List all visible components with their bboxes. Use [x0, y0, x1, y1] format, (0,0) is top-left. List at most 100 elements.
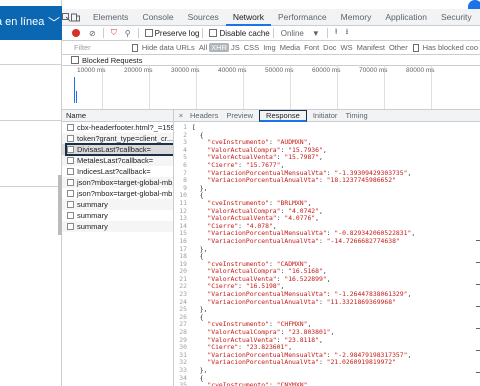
blocked-requests-row: Blocked Requests	[62, 55, 480, 66]
webpage-left-strip: a en línea ﹀	[0, 0, 62, 386]
tab-sources[interactable]: Sources	[181, 9, 226, 26]
request-name: summary	[77, 211, 108, 220]
filter-type-js[interactable]: JS	[229, 43, 242, 52]
code-line: 24 "VariacionPorcentualAnualVta": "11.33…	[174, 297, 480, 307]
request-name: json?mbox=target-global-mb...	[77, 178, 173, 187]
filter-type-img[interactable]: Img	[261, 43, 278, 52]
code-line: 35 "cveInstrumento": "CNYMXN",	[174, 381, 480, 386]
filter-type-all[interactable]: All	[197, 43, 209, 52]
divider	[202, 28, 204, 38]
code-text: "VariacionPorcentualAnualVta": "18.12377…	[207, 176, 396, 185]
request-name: IndicesLast?callback=	[77, 167, 151, 176]
timeline-request-bar	[74, 77, 75, 103]
search-icon[interactable]: ⚲	[125, 29, 131, 38]
divider	[102, 28, 104, 38]
inspect-element-icon[interactable]	[62, 9, 71, 26]
filter-bar: Filter Hide data URLs All XHR JS CSS Img…	[62, 41, 480, 55]
network-overview-timeline[interactable]: 10000 ms 20000 ms 30000 ms 40000 ms 5000…	[62, 66, 480, 110]
request-name: cbx-headerfooter.html?_=1599...	[77, 123, 173, 132]
scrollbar[interactable]	[474, 110, 480, 386]
tab-initiator[interactable]: Initiator	[309, 111, 342, 120]
close-icon[interactable]: ×	[176, 111, 186, 120]
code-text: "VariacionPorcentualAnualVta": "11.33218…	[207, 297, 396, 306]
tab-response[interactable]: Response	[259, 110, 307, 122]
request-list: Name cbx-headerfooter.html?_=1599... tok…	[62, 110, 174, 386]
devtools-panel: Elements Console Sources Network Perform…	[62, 0, 480, 386]
throttle-select[interactable]: Online	[281, 29, 304, 38]
filter-type-other[interactable]: Other	[387, 43, 410, 52]
tab-preview[interactable]: Preview	[222, 111, 257, 120]
page-banner[interactable]: a en línea ﹀	[0, 6, 62, 40]
timeline-tick-label: 50000 ms	[265, 67, 294, 74]
import-har-icon[interactable]: ⭱	[335, 26, 338, 40]
filter-icon[interactable]: ⛉	[111, 28, 117, 38]
disable-cache-label: Disable cache	[219, 28, 270, 38]
request-row[interactable]: json?mbox=target-global-mb...	[62, 188, 173, 199]
preserve-log-label: Preserve log	[154, 28, 200, 38]
disable-cache-checkbox[interactable]	[209, 29, 218, 37]
export-har-icon[interactable]: ⭳	[346, 26, 349, 40]
filter-type-doc[interactable]: Doc	[321, 43, 338, 52]
blocked-requests-label: Blocked Requests	[82, 55, 143, 65]
request-row[interactable]: summary	[62, 199, 173, 210]
request-name: summary	[77, 222, 108, 231]
chevron-down-icon[interactable]: ▼	[312, 29, 320, 38]
request-name: json?mbox=target-global-mb...	[77, 189, 173, 198]
request-row[interactable]: summary	[62, 221, 173, 232]
device-toolbar-icon[interactable]	[71, 9, 80, 26]
screenshot-root: a en línea ﹀ Elements Console Sources Ne…	[0, 0, 480, 386]
clear-icon[interactable]: ⊘	[89, 29, 96, 38]
banner-text: a en línea	[0, 16, 45, 28]
request-name: MetalesLast?callback=	[77, 156, 154, 165]
line-number: 35	[179, 381, 187, 386]
tab-performance[interactable]: Performance	[271, 9, 334, 26]
filter-type-ws[interactable]: WS	[339, 43, 355, 52]
response-body[interactable]: 1[2 {3 "cveInstrumento": "AUDMXN", 4 "Val…	[174, 122, 480, 386]
request-row[interactable]: MetalesLast?callback=	[62, 155, 173, 166]
tab-timing[interactable]: Timing	[341, 111, 371, 120]
tab-memory[interactable]: Memory	[334, 9, 379, 26]
divider	[0, 186, 62, 187]
code-line: 33 },	[174, 366, 480, 375]
hide-data-urls-checkbox[interactable]	[132, 43, 138, 52]
request-row[interactable]: json?mbox=target-global-mb...	[62, 177, 173, 188]
highlight-box	[65, 143, 173, 156]
code-line: 1[	[174, 123, 480, 132]
tab-security[interactable]: Security	[434, 9, 479, 26]
timeline-tick-label: 40000 ms	[218, 67, 247, 74]
filter-type-font[interactable]: Font	[302, 43, 321, 52]
filter-type-css[interactable]: CSS	[242, 43, 261, 52]
code-line: 8 "VariacionPorcentualAnualVta": "18.123…	[174, 176, 480, 185]
code-line: 25 },	[174, 306, 480, 314]
filter-type-manifest[interactable]: Manifest	[355, 43, 387, 52]
tab-console[interactable]: Console	[135, 9, 180, 26]
file-icon	[67, 124, 74, 131]
timeline-tick-label: 70000 ms	[359, 67, 388, 74]
tab-application[interactable]: Application	[378, 9, 434, 26]
request-row[interactable]: IndicesLast?callback=	[62, 166, 173, 177]
timeline-request-bar	[76, 91, 77, 103]
request-row[interactable]: summary	[62, 210, 173, 221]
divider	[326, 28, 328, 38]
divider	[0, 64, 62, 65]
record-icon[interactable]	[72, 29, 80, 37]
request-row[interactable]: cbx-headerfooter.html?_=1599...	[62, 122, 173, 133]
preserve-log-checkbox[interactable]	[144, 29, 153, 37]
has-blocked-cookies-checkbox[interactable]	[412, 43, 419, 52]
chevron-down-icon[interactable]: ﹀	[48, 14, 60, 31]
code-text: "cveInstrumento": "CNYMXN",	[207, 381, 312, 386]
tab-headers[interactable]: Headers	[186, 111, 222, 120]
filter-type-xhr[interactable]: XHR	[209, 43, 229, 52]
has-blocked-cookies-label: Has blocked coo	[422, 43, 479, 52]
column-header-name[interactable]: Name	[62, 110, 173, 122]
code-line: 32 "VariacionPorcentualAnualVta": "21.02…	[174, 359, 480, 367]
tab-elements[interactable]: Elements	[86, 9, 135, 26]
file-icon	[67, 190, 74, 197]
filter-input[interactable]: Filter	[62, 43, 129, 52]
code-line: 16 "VariacionPorcentualAnualVta": "-14.7…	[174, 237, 480, 246]
blocked-requests-checkbox[interactable]	[71, 56, 79, 64]
filter-type-media[interactable]: Media	[278, 43, 302, 52]
divider	[0, 120, 62, 121]
network-toolbar: ⊘ ⛉ ⚲ Preserve log Disable cache Online …	[62, 26, 480, 41]
tab-network[interactable]: Network	[225, 9, 271, 26]
